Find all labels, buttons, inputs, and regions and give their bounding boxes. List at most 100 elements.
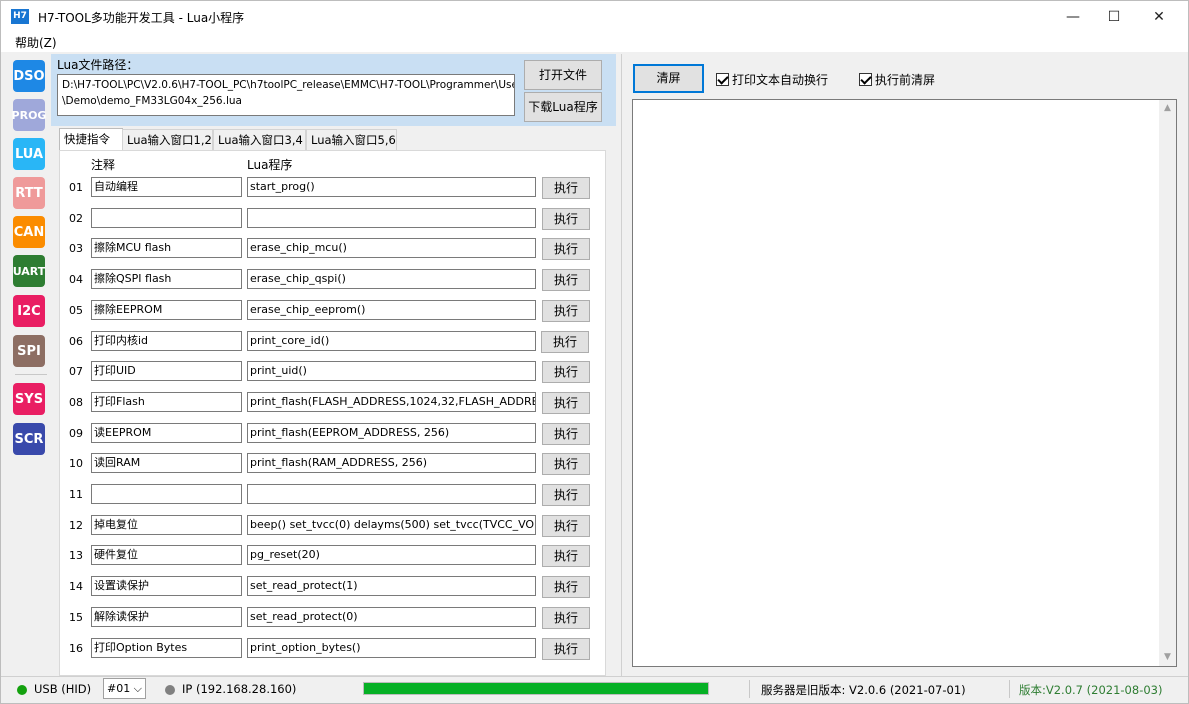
note-field[interactable]: 擦除QSPI flash — [91, 269, 242, 290]
tool-uart-icon[interactable]: UART — [13, 255, 45, 287]
note-field[interactable]: 设置读保护 — [91, 576, 242, 597]
note-field[interactable] — [91, 484, 242, 504]
row-number: 10 — [69, 457, 83, 471]
note-field[interactable]: 自动编程 — [91, 177, 242, 197]
note-column-header: 注释 — [91, 158, 116, 172]
scroll-down-icon[interactable]: ▼ — [1159, 649, 1176, 666]
device-select[interactable]: #01 ⌵ — [103, 678, 146, 699]
tool-i2c-icon[interactable]: I2C — [13, 295, 45, 327]
lua-file-panel: Lua文件路径： D:\H7-TOOL\PC\V2.0.6\H7-TOOL_PC… — [51, 54, 616, 126]
tab-lua-window-1-2[interactable]: Lua输入窗口1,2 — [122, 129, 213, 150]
lua-code-field[interactable]: print_core_id() — [247, 330, 536, 351]
tool-prog-icon[interactable]: PROG — [12, 99, 46, 131]
row-number: 03 — [69, 242, 83, 256]
app-window: H7 H7-TOOL多功能开发工具 - Lua小程序 — ☐ ✕ 帮助(Z) D… — [0, 0, 1189, 704]
tab-quick-commands[interactable]: 快捷指令 — [59, 128, 123, 151]
minimize-button[interactable]: — — [1050, 1, 1096, 32]
lua-code-field[interactable]: print_flash(EEPROM_ADDRESS, 256) — [247, 422, 536, 443]
device-value: #01 — [107, 682, 131, 695]
output-scrollbar[interactable]: ▲ ▼ — [1159, 100, 1176, 666]
output-textarea[interactable]: ▲ ▼ — [632, 99, 1177, 667]
note-field[interactable]: 打印内核id — [91, 330, 242, 351]
download-lua-button[interactable]: 下载Lua程序 — [524, 92, 602, 122]
status-separator — [749, 680, 750, 698]
execute-button[interactable]: 执行 — [542, 453, 590, 476]
note-field[interactable]: 解除读保护 — [91, 606, 242, 627]
note-field[interactable]: 擦除EEPROM — [91, 299, 242, 320]
note-field[interactable] — [91, 207, 242, 228]
note-field[interactable]: 读EEPROM — [91, 422, 242, 443]
note-field[interactable]: 打印UID — [91, 361, 242, 382]
progress-bar — [363, 682, 709, 695]
ip-status-led-icon — [165, 685, 175, 695]
lua-code-field[interactable]: print_flash(FLASH_ADDRESS,1024,32,FLASH_… — [247, 391, 536, 412]
lua-code-field[interactable]: print_option_bytes() — [247, 637, 536, 658]
lua-path-line2: \Demo\demo_FM33LG04x_256.lua — [62, 95, 242, 107]
note-field[interactable]: 掉电复位 — [91, 514, 242, 535]
note-field[interactable]: 打印Option Bytes — [91, 637, 242, 658]
auto-wrap-checkbox[interactable]: 打印文本自动换行 — [716, 71, 828, 88]
execute-button[interactable]: 执行 — [542, 514, 590, 537]
lua-path-line1: D:\H7-TOOL\PC\V2.0.6\H7-TOOL_PC\h7toolPC… — [62, 79, 515, 91]
lua-code-field[interactable]: erase_chip_mcu() — [247, 238, 536, 259]
lua-path-field[interactable]: D:\H7-TOOL\PC\V2.0.6\H7-TOOL_PC\h7toolPC… — [57, 74, 515, 116]
tab-lua-window-3-4[interactable]: Lua输入窗口3,4 — [213, 129, 306, 150]
execute-button[interactable]: 执行 — [541, 330, 589, 353]
execute-button[interactable]: 执行 — [542, 299, 590, 322]
open-file-button[interactable]: 打开文件 — [524, 60, 602, 90]
lua-code-field[interactable]: set_read_protect(1) — [247, 576, 536, 597]
menu-help[interactable]: 帮助(Z) — [15, 34, 57, 51]
pane-divider[interactable] — [621, 54, 622, 676]
tool-rtt-icon[interactable]: RTT — [13, 177, 45, 209]
lua-code-field[interactable]: beep() set_tvcc(0) delayms(500) set_tvcc… — [247, 514, 536, 535]
tool-scr-icon[interactable]: SCR — [13, 423, 45, 455]
module-toolbar: DSO PROG LUA RTT CAN UART I2C SPI SYS SCR — [7, 54, 49, 676]
row-number: 01 — [69, 181, 83, 194]
execute-button[interactable]: 执行 — [542, 576, 590, 599]
note-field[interactable]: 读回RAM — [91, 453, 242, 474]
lua-code-field[interactable]: print_flash(RAM_ADDRESS, 256) — [247, 453, 536, 474]
scroll-up-icon[interactable]: ▲ — [1159, 100, 1176, 117]
auto-wrap-check-icon — [716, 73, 729, 86]
lua-code-field[interactable]: pg_reset(20) — [247, 545, 536, 566]
tool-spi-icon[interactable]: SPI — [13, 335, 45, 367]
tool-sys-icon[interactable]: SYS — [13, 383, 45, 415]
note-field[interactable]: 打印Flash — [91, 391, 242, 412]
execute-button[interactable]: 执行 — [542, 391, 590, 414]
maximize-button[interactable]: ☐ — [1091, 1, 1137, 32]
note-field[interactable]: 擦除MCU flash — [91, 238, 242, 259]
execute-button[interactable]: 执行 — [542, 177, 590, 199]
clear-before-checkbox[interactable]: 执行前清屏 — [859, 71, 935, 88]
row-number: 04 — [69, 273, 83, 287]
lua-code-field[interactable]: print_uid() — [247, 361, 536, 382]
execute-button[interactable]: 执行 — [542, 545, 590, 568]
lua-code-field[interactable]: erase_chip_qspi() — [247, 269, 536, 290]
execute-button[interactable]: 执行 — [542, 269, 590, 292]
execute-button[interactable]: 执行 — [542, 238, 590, 261]
note-field[interactable]: 硬件复位 — [91, 545, 242, 566]
tab-lua-window-5-6[interactable]: Lua输入窗口5,6 — [306, 129, 397, 150]
lua-code-field[interactable]: start_prog() — [247, 177, 536, 197]
tool-can-icon[interactable]: CAN — [13, 216, 45, 248]
tool-lua-icon[interactable]: LUA — [13, 138, 45, 170]
execute-button[interactable]: 执行 — [542, 207, 590, 230]
lua-code-field[interactable] — [247, 207, 536, 228]
execute-button[interactable]: 执行 — [542, 422, 590, 445]
lua-code-field[interactable]: erase_chip_eeprom() — [247, 299, 536, 320]
lua-code-field[interactable]: set_read_protect(0) — [247, 606, 536, 627]
execute-button[interactable]: 执行 — [542, 361, 590, 384]
lua-code-field[interactable] — [247, 484, 536, 504]
execute-button[interactable]: 执行 — [542, 606, 590, 629]
client-version: 版本:V2.0.7 (2021-08-03) — [1019, 683, 1163, 697]
title-bar[interactable]: H7 H7-TOOL多功能开发工具 - Lua小程序 — ☐ ✕ — [1, 1, 1188, 32]
execute-button[interactable]: 执行 — [542, 637, 590, 660]
lua-path-label: Lua文件路径： — [57, 58, 139, 72]
row-number: 12 — [69, 518, 83, 532]
clear-screen-button[interactable]: 清屏 — [633, 64, 704, 93]
status-separator — [1009, 680, 1010, 698]
row-number: 07 — [69, 365, 83, 379]
row-number: 13 — [69, 549, 83, 563]
close-button[interactable]: ✕ — [1136, 1, 1182, 32]
execute-button[interactable]: 执行 — [542, 484, 590, 506]
tool-dso-icon[interactable]: DSO — [13, 60, 45, 92]
